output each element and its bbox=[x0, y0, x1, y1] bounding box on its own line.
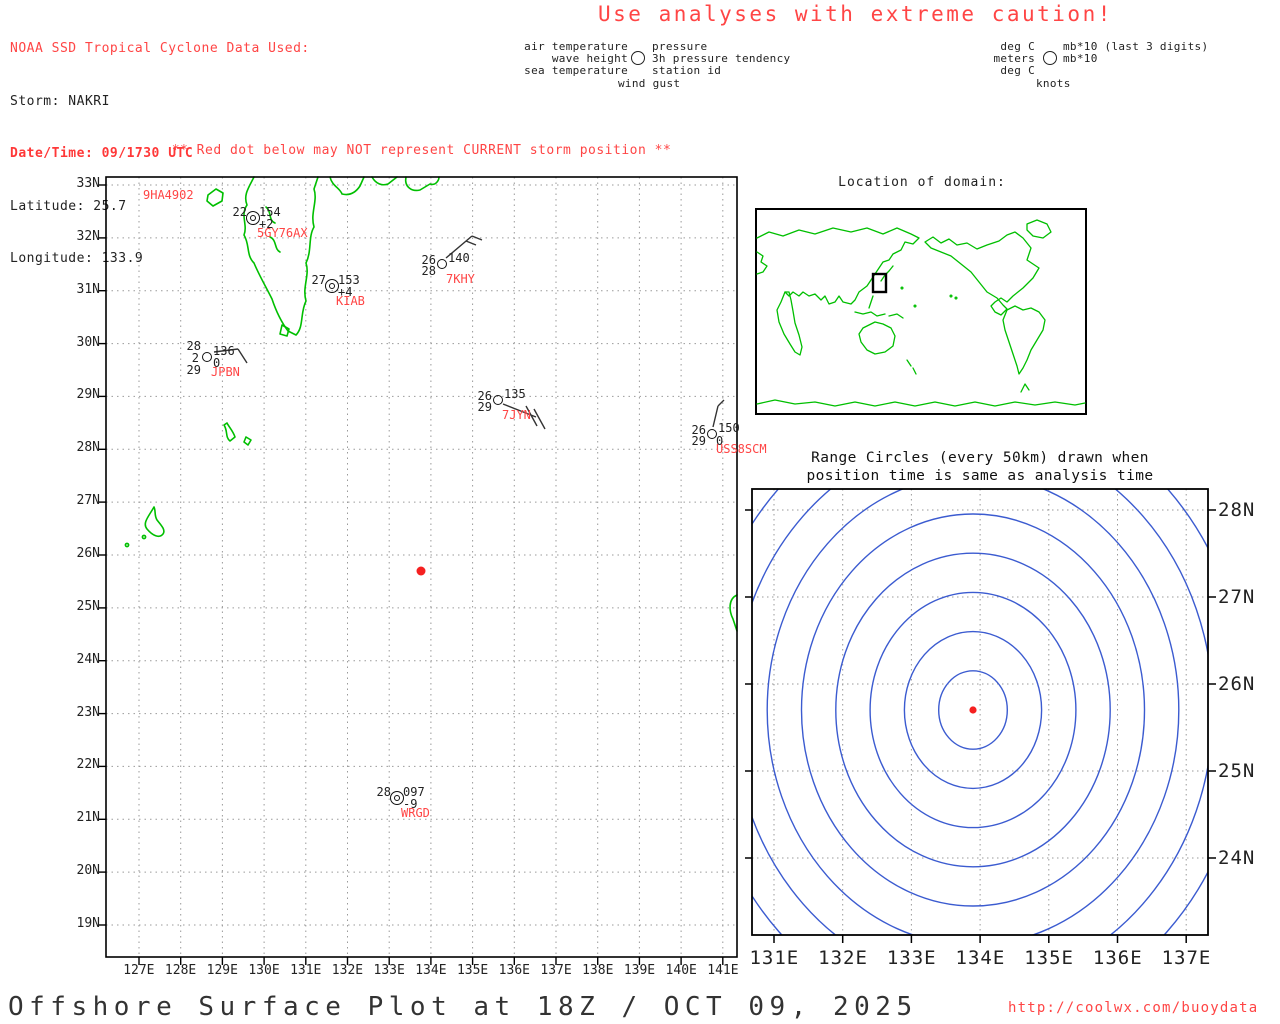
x-tick: 138E bbox=[582, 963, 614, 978]
y-tick: 28N bbox=[1218, 499, 1256, 521]
domain-map-border bbox=[755, 208, 1087, 415]
source-url-link[interactable]: http://coolwx.com/buoydata bbox=[1008, 1000, 1258, 1016]
y-tick: 20N bbox=[76, 863, 100, 879]
domain-world-map bbox=[755, 208, 1087, 415]
x-tick: 136E bbox=[498, 963, 530, 978]
station-circle-icon bbox=[493, 395, 503, 405]
y-tick: 25N bbox=[1218, 760, 1256, 782]
buoy-plot-page: NOAA SSD Tropical Cyclone Data Used: Sto… bbox=[0, 0, 1280, 1024]
storm-info-name: Storm: NAKRI bbox=[10, 93, 110, 109]
x-tick: 133E bbox=[373, 963, 405, 978]
x-tick: 134E bbox=[955, 947, 1006, 969]
unit-tendency: mb*10 bbox=[1063, 52, 1098, 65]
plot-main-title: Offshore Surface Plot at 18Z / OCT 09, 2… bbox=[8, 992, 918, 1022]
x-tick: 132E bbox=[818, 947, 868, 969]
x-tick: 133E bbox=[886, 947, 937, 969]
x-tick: 136E bbox=[1092, 947, 1143, 969]
x-tick: 141E bbox=[707, 963, 739, 978]
unit-gust: knots bbox=[1036, 77, 1071, 90]
station-circle-icon bbox=[1043, 51, 1057, 65]
y-tick: 26N bbox=[1218, 673, 1256, 695]
range-circles bbox=[752, 489, 1208, 935]
y-tick: 27N bbox=[1218, 586, 1256, 608]
legend-wind-gust: wind gust bbox=[618, 77, 681, 90]
unit-sea: deg C bbox=[1000, 64, 1035, 77]
main-map-y-axis: 33N 32N 31N 30N 29N 28N 27N 26N 25N 24N … bbox=[58, 158, 100, 951]
y-tick: 31N bbox=[76, 281, 100, 297]
storm-position-dot bbox=[416, 566, 426, 576]
x-tick: 131E bbox=[290, 963, 322, 978]
legend-sea-temperature: sea temperature bbox=[524, 64, 628, 77]
x-tick: 134E bbox=[415, 963, 447, 978]
y-tick: 28N bbox=[76, 440, 100, 456]
range-plot-x-axis: 131E 132E 133E 134E 135E 136E 137E bbox=[740, 947, 1221, 969]
y-tick: 22N bbox=[76, 757, 100, 773]
main-map-ticks bbox=[99, 184, 724, 965]
x-tick: 139E bbox=[623, 963, 656, 978]
y-tick: 30N bbox=[76, 334, 100, 350]
station-circle-icon bbox=[202, 352, 212, 362]
main-map-canvas bbox=[99, 176, 738, 965]
range-plot-title: Range Circles (every 50km) drawn when po… bbox=[748, 449, 1212, 485]
y-tick: 24N bbox=[76, 651, 100, 667]
x-tick: 135E bbox=[456, 963, 489, 978]
x-tick: 131E bbox=[749, 947, 800, 969]
range-plot-title-line1: Range Circles (every 50km) drawn when bbox=[811, 450, 1149, 466]
main-map-x-axis: 127E 128E 129E 130E 131E 132E 133E 134E … bbox=[118, 963, 744, 978]
y-tick: 26N bbox=[76, 546, 100, 562]
x-tick: 130E bbox=[248, 963, 280, 978]
y-tick: 21N bbox=[76, 810, 100, 826]
y-tick: 29N bbox=[76, 387, 100, 403]
x-tick: 129E bbox=[206, 963, 238, 978]
x-tick: 132E bbox=[331, 963, 364, 978]
y-tick: 27N bbox=[76, 493, 100, 509]
station-model-legend: air temperature wave height sea temperat… bbox=[500, 40, 800, 98]
x-tick: 127E bbox=[123, 963, 155, 978]
station-circle-icon bbox=[631, 51, 645, 65]
domain-map-title: Location of domain: bbox=[838, 175, 1006, 190]
station-circle-icon bbox=[437, 259, 447, 269]
y-tick: 23N bbox=[76, 704, 100, 720]
y-tick: 25N bbox=[76, 598, 100, 614]
units-legend: deg C meters deg C knots mb*10 (last 3 d… bbox=[985, 40, 1275, 98]
x-tick: 137E bbox=[1161, 947, 1212, 969]
caution-headline: Use analyses with extreme caution! bbox=[598, 2, 1113, 26]
y-tick: 33N bbox=[76, 176, 100, 191]
station-label-9HA4902: 9HA4902 bbox=[143, 188, 194, 202]
y-tick: 32N bbox=[76, 228, 100, 244]
range-storm-dot bbox=[969, 706, 977, 714]
range-circles-plot bbox=[745, 488, 1216, 943]
range-plot-y-axis: 28N 27N 26N 25N 24N bbox=[1218, 467, 1268, 902]
legend-station-id: station id bbox=[652, 64, 722, 77]
y-tick: 19N bbox=[76, 916, 100, 932]
x-tick: 128E bbox=[164, 963, 197, 978]
storm-position-warning: ** Red dot below may NOT represent CURRE… bbox=[171, 143, 672, 158]
world-coastlines bbox=[756, 219, 1086, 407]
y-tick: 24N bbox=[1218, 847, 1256, 869]
storm-info-source: NOAA SSD Tropical Cyclone Data Used: bbox=[10, 41, 310, 56]
x-tick: 135E bbox=[1024, 947, 1074, 969]
x-tick: 140E bbox=[665, 963, 697, 978]
x-tick: 137E bbox=[540, 963, 572, 978]
